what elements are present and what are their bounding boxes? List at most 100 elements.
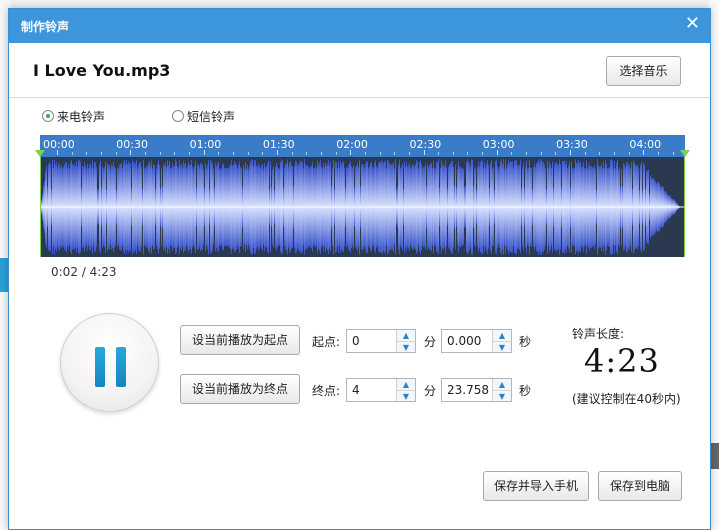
timeline-minor-tick (159, 152, 161, 155)
timeline-minor-tick (584, 152, 586, 155)
timeline-minor-tick (86, 152, 88, 155)
pause-button[interactable] (60, 313, 159, 412)
radio-label: 短信铃声 (187, 109, 236, 124)
radio-sms-ringtone[interactable]: 短信铃声 (172, 108, 235, 124)
ringtone-maker-dialog: 制作铃声 ✕ I Love You.mp3 选择音乐 来电铃声 短信铃声 00:… (8, 8, 711, 530)
playback-time: 0:02 / 4:23 (51, 265, 117, 279)
timeline-tick-label: 03:30 (556, 138, 588, 151)
timeline-minor-tick (555, 152, 557, 155)
timeline-tick-label: 04:00 (629, 138, 662, 151)
start-minute-input[interactable] (347, 334, 398, 348)
start-marker-icon[interactable] (35, 150, 45, 157)
pause-icon (95, 347, 105, 387)
timeline-tick-mark (423, 150, 425, 155)
spin-down-icon[interactable]: ▼ (493, 390, 511, 401)
spin-up-icon[interactable]: ▲ (397, 330, 415, 341)
save-and-import-to-phone-button[interactable]: 保存并导入手机 (483, 471, 589, 501)
timeline-tick-mark (57, 150, 58, 155)
timeline-minor-tick (540, 152, 542, 155)
timeline-minor-tick (379, 152, 381, 155)
ringtone-length-label: 铃声长度: (572, 327, 625, 341)
timeline-minor-tick (438, 152, 440, 155)
timeline-minor-tick (188, 152, 190, 155)
start-minute-stepper[interactable]: ▲ ▼ (346, 329, 416, 353)
timeline-minor-tick (467, 152, 469, 155)
end-minute-input[interactable] (347, 383, 398, 397)
timeline-tick-mark (350, 150, 352, 155)
timeline-minor-tick (320, 152, 322, 155)
end-label: 终点: (312, 384, 341, 398)
second-unit: 秒 (519, 384, 532, 398)
divider (9, 97, 710, 98)
timeline-tick-label: 00:30 (116, 138, 148, 151)
radio-incoming-call-ringtone[interactable]: 来电铃声 (42, 108, 105, 124)
radio-unselected-icon (172, 110, 184, 122)
dialog-title: 制作铃声 (21, 20, 70, 34)
start-second-stepper[interactable]: ▲ ▼ (441, 329, 512, 353)
save-to-computer-button[interactable]: 保存到电脑 (598, 471, 682, 501)
start-second-spinner[interactable]: ▲ ▼ (492, 330, 511, 352)
timeline-minor-tick (100, 152, 102, 155)
end-minute-spinner[interactable]: ▲ ▼ (396, 379, 415, 401)
spin-up-icon[interactable]: ▲ (397, 379, 415, 390)
timeline-minor-tick (452, 152, 454, 155)
timeline-minor-tick (658, 152, 660, 155)
timeline-tick-mark (496, 150, 498, 155)
radio-label: 来电铃声 (57, 109, 106, 124)
timeline-tick-label: 03:00 (482, 138, 515, 151)
timeline-tick-label: 02:30 (409, 138, 442, 151)
timeline-minor-tick (364, 152, 366, 155)
waveform[interactable] (40, 157, 685, 257)
ringtone-length-hint: (建议控制在40秒内) (572, 392, 681, 406)
timeline-tick-label: 01:30 (262, 138, 295, 151)
timeline-minor-tick (672, 152, 674, 155)
ringtone-length-value: 4:23 (584, 342, 660, 380)
pause-icon (116, 347, 126, 387)
minute-unit: 分 (424, 335, 437, 349)
timeline-minor-tick (262, 152, 264, 155)
waveform-graphic (40, 159, 685, 255)
start-label: 起点: (312, 335, 341, 349)
start-second-input[interactable] (442, 334, 493, 348)
timeline-minor-tick (247, 152, 249, 155)
timeline-minor-tick (599, 152, 601, 155)
timeline-minor-tick (614, 152, 616, 155)
end-minute-stepper[interactable]: ▲ ▼ (346, 378, 416, 402)
selection-end-line (684, 157, 685, 257)
timeline-tick-mark (643, 150, 645, 155)
timeline-minor-tick (232, 152, 234, 155)
timeline-minor-tick (482, 152, 484, 155)
title-bar: 制作铃声 ✕ (9, 9, 710, 43)
radio-selected-icon (42, 110, 54, 122)
spin-down-icon[interactable]: ▼ (397, 341, 415, 352)
spin-down-icon[interactable]: ▼ (493, 341, 511, 352)
end-second-input[interactable] (442, 383, 493, 397)
selection-start-line (40, 157, 41, 257)
timeline-minor-tick (144, 152, 146, 155)
select-music-button[interactable]: 选择音乐 (606, 56, 681, 86)
end-second-spinner[interactable]: ▲ ▼ (492, 379, 511, 401)
timeline-tick-mark (130, 150, 132, 155)
spin-up-icon[interactable]: ▲ (493, 379, 511, 390)
timeline-minor-tick (291, 152, 293, 155)
set-end-button[interactable]: 设当前播放为终点 (180, 374, 300, 404)
timeline-ruler[interactable]: 00:00 00:30 01:00 01:30 02:00 02:30 03:00 03:30… (40, 135, 685, 157)
timeline-minor-tick (174, 152, 176, 155)
timeline-tick-mark (570, 150, 572, 155)
timeline-tick-label: 02:00 (336, 138, 368, 151)
timeline-tick-mark (276, 150, 278, 155)
timeline-minor-tick (335, 152, 337, 155)
timeline-minor-tick (526, 152, 528, 155)
spin-up-icon[interactable]: ▲ (493, 330, 511, 341)
close-icon[interactable]: ✕ (685, 13, 700, 34)
end-second-stepper[interactable]: ▲ ▼ (441, 378, 512, 402)
set-start-button[interactable]: 设当前播放为起点 (180, 325, 300, 355)
timeline-tick-label: 00:00 (43, 138, 75, 151)
end-marker-icon[interactable] (680, 150, 690, 157)
start-minute-spinner[interactable]: ▲ ▼ (396, 330, 415, 352)
timeline-minor-tick (408, 152, 410, 155)
timeline-tick-mark (203, 150, 205, 155)
spin-down-icon[interactable]: ▼ (397, 390, 415, 401)
second-unit: 秒 (519, 335, 532, 349)
timeline-minor-tick (218, 152, 220, 155)
